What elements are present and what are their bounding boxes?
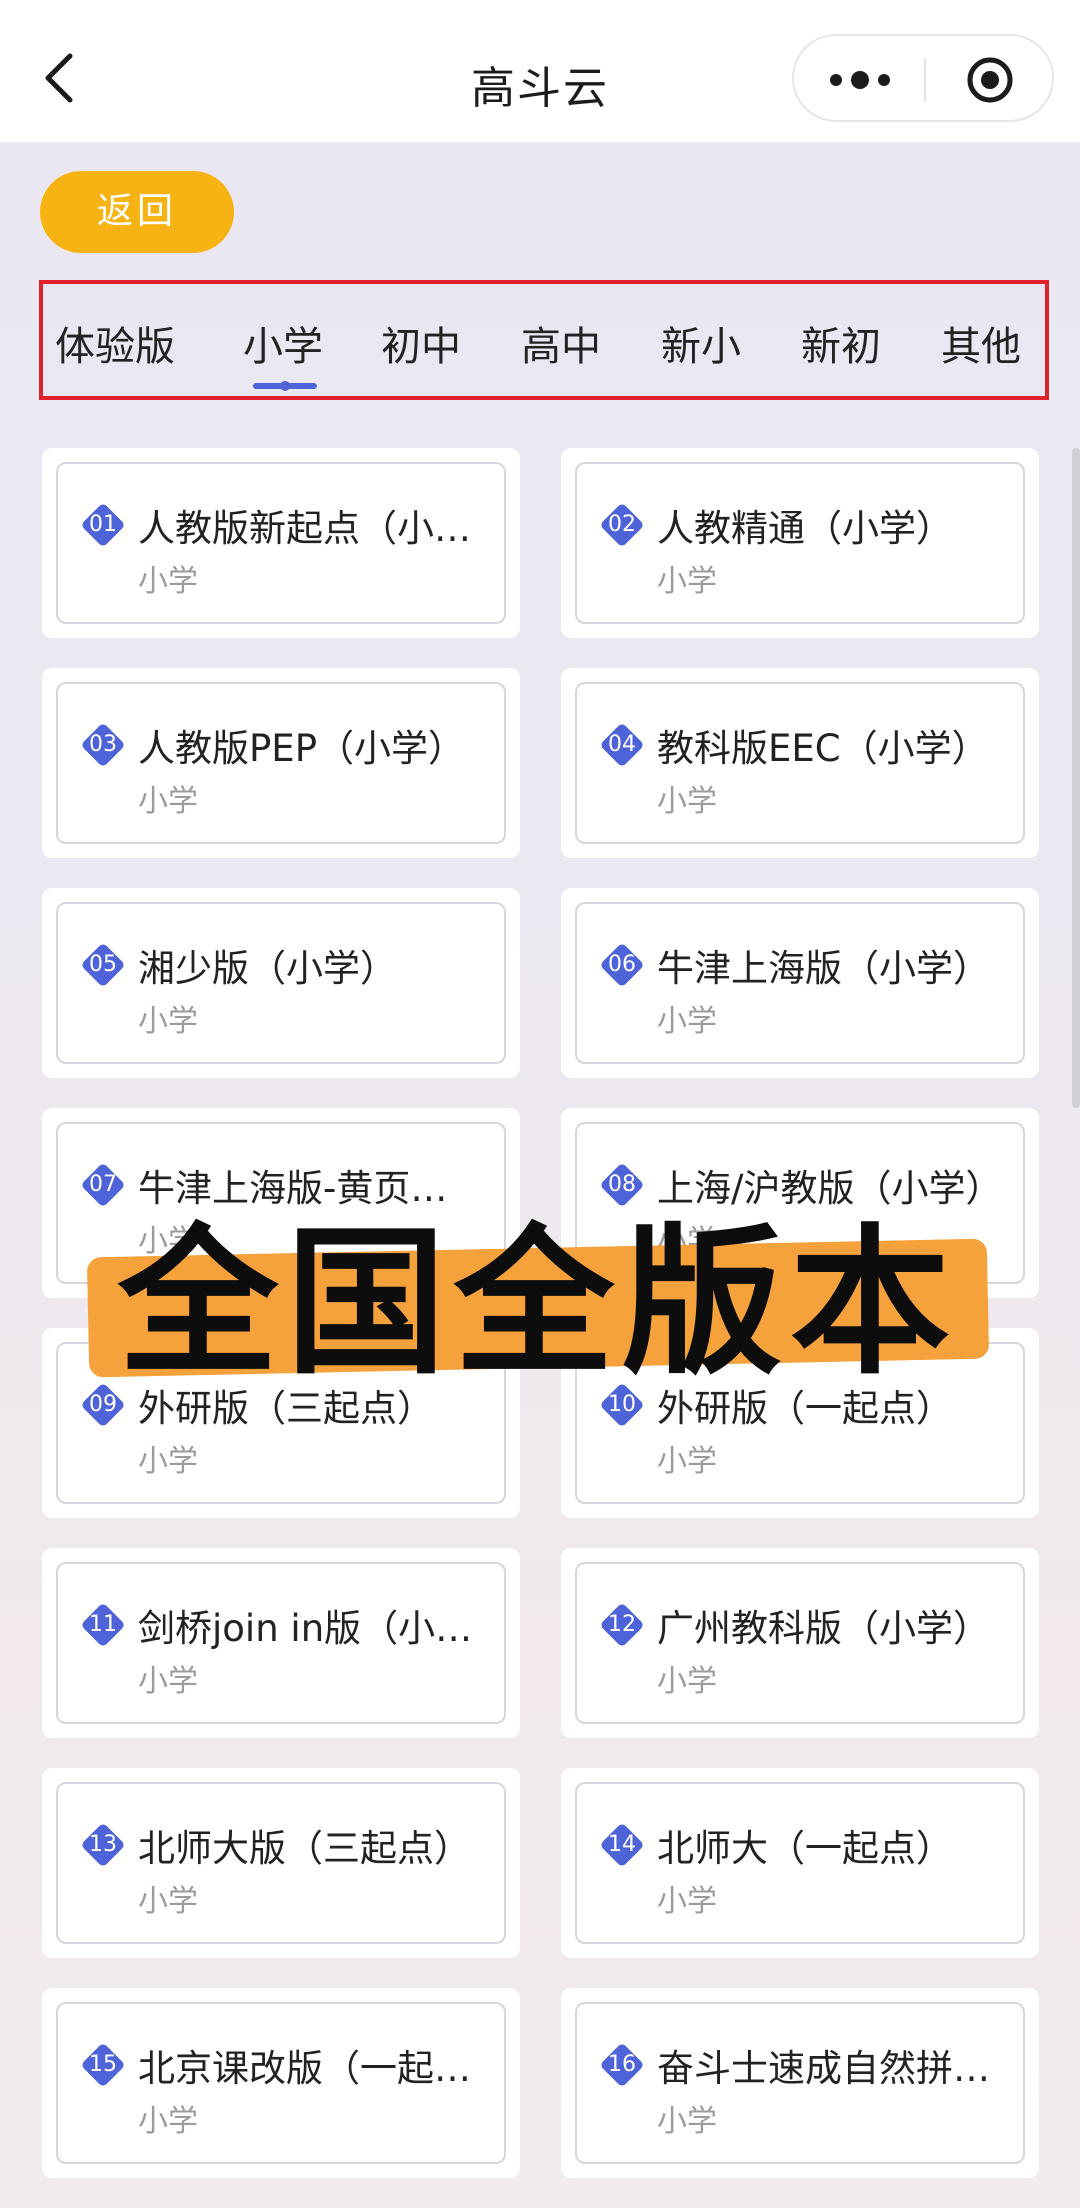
card-title: 人教版PEP（小学） [138,727,466,770]
number-badge-icon: 02 [595,498,649,552]
number-badge-icon: 15 [76,2038,130,2092]
more-dots-icon[interactable] [824,62,896,98]
tab-xinxiao[interactable]: 新小 [661,314,741,372]
number-badge-icon: 13 [76,1818,130,1872]
badge-number: 01 [89,512,117,537]
badge-number: 06 [608,952,636,977]
card-body: 01 人教版新起点（小… 小学 [56,462,506,624]
textbook-card[interactable]: 15 北京课改版（一起… 小学 [42,1988,520,2178]
textbook-card[interactable]: 14 北师大（一起点） 小学 [561,1768,1039,1958]
number-badge-icon: 01 [76,498,130,552]
capsule-divider [924,58,926,102]
textbook-card[interactable]: 05 湘少版（小学） 小学 [42,888,520,1078]
card-subtitle: 小学 [138,784,198,819]
card-body: 14 北师大（一起点） 小学 [575,1782,1025,1944]
card-body: 12 广州教科版（小学） 小学 [575,1562,1025,1724]
badge-number: 08 [608,1172,636,1197]
card-title: 牛津上海版-黄页… [138,1167,448,1210]
card-title: 奋斗士速成自然拼… [657,2047,990,2090]
tab-xiaoxue[interactable]: 小学 [243,314,323,372]
card-body: 05 湘少版（小学） 小学 [56,902,506,1064]
textbook-card[interactable]: 13 北师大版（三起点） 小学 [42,1768,520,1958]
number-badge-icon: 08 [595,1158,649,1212]
card-body: 15 北京课改版（一起… 小学 [56,2002,506,2164]
card-subtitle: 小学 [657,564,717,599]
tab-qita[interactable]: 其他 [941,314,1021,372]
badge-number: 14 [608,1832,636,1857]
tab-gaozhong[interactable]: 高中 [521,314,601,372]
app-header: 高斗云 [0,0,1080,142]
card-subtitle: 小学 [138,1664,198,1699]
tab-xinchu[interactable]: 新初 [801,314,881,372]
number-badge-icon: 07 [76,1158,130,1212]
card-title: 人教版新起点（小… [138,507,471,550]
card-title: 北师大（一起点） [657,1827,953,1870]
card-body: 16 奋斗士速成自然拼… 小学 [575,2002,1025,2164]
number-badge-icon: 06 [595,938,649,992]
back-button[interactable]: 返回 [40,171,234,253]
textbook-card[interactable]: 06 牛津上海版（小学） 小学 [561,888,1039,1078]
number-badge-icon: 14 [595,1818,649,1872]
textbook-card[interactable]: 01 人教版新起点（小… 小学 [42,448,520,638]
card-subtitle: 小学 [657,784,717,819]
badge-number: 15 [89,2052,117,2077]
target-circle-icon[interactable] [966,56,1014,104]
number-badge-icon: 12 [595,1598,649,1652]
card-body: 04 教科版EEC（小学） 小学 [575,682,1025,844]
card-subtitle: 小学 [138,2104,198,2139]
number-badge-icon: 11 [76,1598,130,1652]
card-title: 广州教科版（小学） [657,1607,990,1650]
card-body: 03 人教版PEP（小学） 小学 [56,682,506,844]
badge-number: 05 [89,952,117,977]
badge-number: 04 [608,732,636,757]
card-body: 02 人教精通（小学） 小学 [575,462,1025,624]
card-title: 剑桥join in版（小… [138,1607,473,1650]
card-title: 牛津上海版（小学） [657,947,990,990]
badge-number: 07 [89,1172,117,1197]
scrollbar[interactable] [1072,448,1080,1108]
textbook-card[interactable]: 11 剑桥join in版（小… 小学 [42,1548,520,1738]
card-subtitle: 小学 [657,2104,717,2139]
textbook-card[interactable]: 03 人教版PEP（小学） 小学 [42,668,520,858]
card-title: 教科版EEC（小学） [657,727,989,770]
card-title: 人教精通（小学） [657,507,953,550]
number-badge-icon: 04 [595,718,649,772]
card-subtitle: 小学 [138,1884,198,1919]
tab-tiyanban[interactable]: 体验版 [55,314,175,372]
card-body: 11 剑桥join in版（小… 小学 [56,1562,506,1724]
card-title: 湘少版（小学） [138,947,397,990]
badge-number: 11 [89,1612,117,1637]
badge-number: 03 [89,732,117,757]
card-subtitle: 小学 [138,1004,198,1039]
textbook-card[interactable]: 12 广州教科版（小学） 小学 [561,1548,1039,1738]
card-subtitle: 小学 [657,1004,717,1039]
card-title: 北京课改版（一起… [138,2047,471,2090]
promo-overlay: 全国全版本 [86,1209,990,1396]
textbook-card[interactable]: 16 奋斗士速成自然拼… 小学 [561,1988,1039,2178]
card-body: 06 牛津上海版（小学） 小学 [575,902,1025,1064]
card-title: 北师大版（三起点） [138,1827,471,1870]
overlay-text: 全国全版本 [117,1209,958,1396]
card-subtitle: 小学 [657,1444,717,1479]
number-badge-icon: 16 [595,2038,649,2092]
grade-tabs: 体验版 小学 初中 高中 新小 新初 其他 [39,280,1049,400]
card-subtitle: 小学 [138,564,198,599]
card-body: 13 北师大版（三起点） 小学 [56,1782,506,1944]
textbook-card[interactable]: 02 人教精通（小学） 小学 [561,448,1039,638]
textbook-card[interactable]: 04 教科版EEC（小学） 小学 [561,668,1039,858]
tab-chuzhong[interactable]: 初中 [381,314,461,372]
badge-number: 12 [608,1612,636,1637]
badge-number: 13 [89,1832,117,1857]
badge-number: 02 [608,512,636,537]
mini-program-capsule [792,34,1054,122]
card-subtitle: 小学 [657,1884,717,1919]
number-badge-icon: 05 [76,938,130,992]
card-subtitle: 小学 [657,1664,717,1699]
card-subtitle: 小学 [138,1444,198,1479]
badge-number: 16 [608,2052,636,2077]
tab-indicator [253,376,317,391]
number-badge-icon: 03 [76,718,130,772]
card-title: 上海/沪教版（小学） [657,1167,1003,1210]
